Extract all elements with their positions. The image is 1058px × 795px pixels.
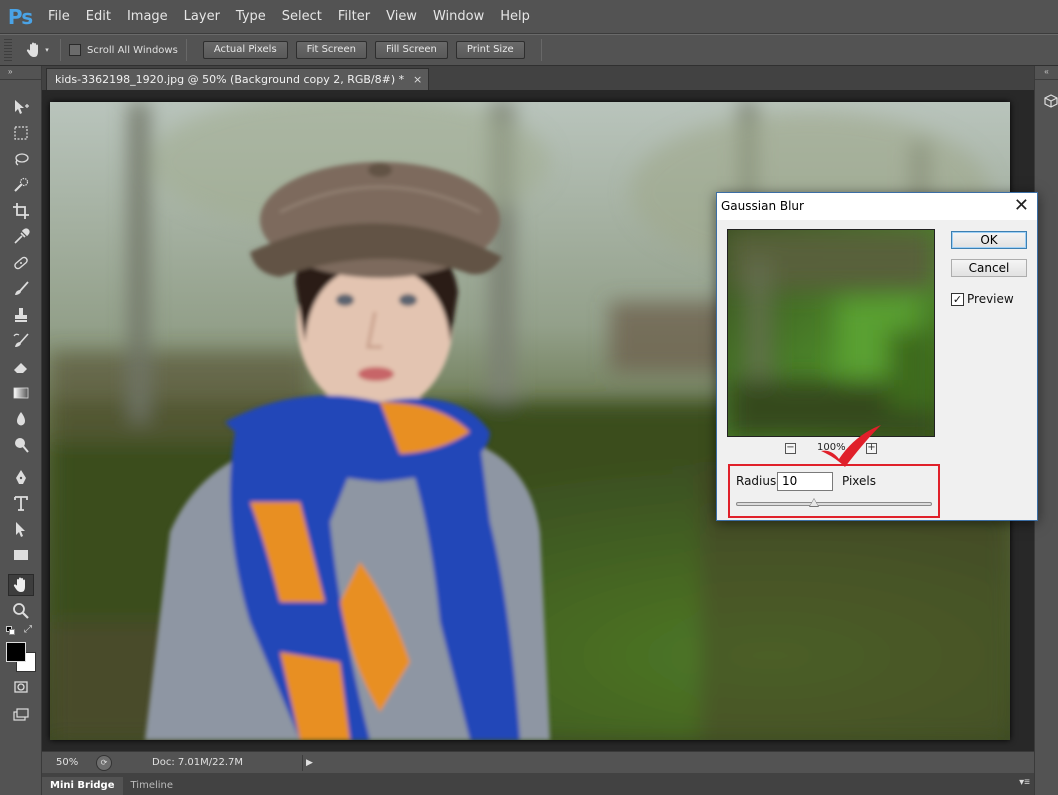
status-bar: 50% ⟳ Doc: 7.01M/22.7M ▶ (42, 751, 1034, 773)
radius-input[interactable]: 10 (777, 472, 833, 491)
print-size-button[interactable]: Print Size (455, 41, 525, 59)
document-tab-title: kids-3362198_1920.jpg @ 50% (Background … (55, 73, 405, 86)
menu-type[interactable]: Type (228, 0, 274, 34)
gradient-tool-icon[interactable] (8, 382, 34, 404)
photoshop-logo: Ps (7, 4, 33, 29)
zoom-level-field[interactable]: 50% (50, 754, 94, 772)
menu-image[interactable]: Image (119, 0, 176, 34)
fit-screen-button[interactable]: Fit Screen (295, 41, 367, 59)
options-grip[interactable] (4, 39, 12, 61)
close-icon[interactable]: × (413, 69, 422, 90)
menu-help[interactable]: Help (492, 0, 538, 34)
menu-view[interactable]: View (378, 0, 425, 34)
status-menu-arrow-icon[interactable]: ▶ (302, 754, 316, 771)
hand-tool-icon[interactable] (8, 574, 34, 596)
preview-zoom-out-button[interactable]: − (785, 443, 796, 454)
type-tool-icon[interactable] (8, 492, 34, 514)
menu-edit[interactable]: Edit (78, 0, 119, 34)
quick-mask-icon[interactable] (8, 676, 34, 698)
panel-menu-icon[interactable]: ▾≡ (1019, 777, 1030, 788)
quick-selection-tool-icon[interactable] (8, 174, 34, 196)
move-tool-icon[interactable] (8, 96, 34, 118)
panel-collapse-icon[interactable]: « (1035, 66, 1058, 80)
document-size-info: Doc: 7.01M/22.7M (152, 757, 244, 768)
screen-mode-icon[interactable] (8, 704, 34, 726)
ok-button[interactable]: OK (951, 231, 1027, 249)
radius-label: Radius: (736, 474, 781, 488)
menu-layer[interactable]: Layer (176, 0, 228, 34)
default-colors-icon[interactable] (6, 626, 16, 636)
menu-filter[interactable]: Filter (330, 0, 378, 34)
fill-screen-button[interactable]: Fill Screen (374, 41, 448, 59)
dodge-tool-icon[interactable] (8, 434, 34, 456)
preview-checkbox[interactable]: ✓ (951, 293, 964, 306)
radius-slider-track[interactable] (736, 502, 932, 506)
blur-tool-icon[interactable] (8, 408, 34, 430)
menu-window[interactable]: Window (425, 0, 492, 34)
actual-pixels-button[interactable]: Actual Pixels (202, 41, 288, 59)
dialog-title: Gaussian Blur (721, 199, 804, 213)
pen-tool-icon[interactable] (8, 466, 34, 488)
radius-highlight-box: Radius: 10 Pixels (728, 464, 940, 518)
hand-tool-preset-icon[interactable]: ▾ (22, 39, 52, 61)
rectangle-tool-icon[interactable] (8, 544, 34, 566)
close-icon[interactable]: ✕ (1014, 195, 1029, 216)
foreground-color-swatch[interactable] (6, 642, 26, 662)
lasso-tool-icon[interactable] (8, 148, 34, 170)
eyedropper-tool-icon[interactable] (8, 226, 34, 248)
options-bar: ▾ Scroll All Windows Actual Pixels Fit Sc… (0, 34, 1058, 66)
radius-slider-thumb[interactable] (809, 498, 820, 507)
menu-bar: Ps File Edit Image Layer Type Select Filter Vie… (0, 0, 1058, 34)
options-separator (60, 39, 61, 61)
menu-file[interactable]: File (40, 0, 78, 34)
radius-unit-label: Pixels (842, 474, 877, 488)
healing-brush-tool-icon[interactable] (8, 252, 34, 274)
crop-tool-icon[interactable] (8, 200, 34, 222)
zoom-tool-icon[interactable] (8, 600, 34, 622)
document-tab-bar: kids-3362198_1920.jpg @ 50% (Background … (42, 66, 1034, 90)
scroll-all-windows-checkbox[interactable] (69, 44, 81, 56)
tools-panel: » ⤢ (0, 66, 42, 795)
document-tab[interactable]: kids-3362198_1920.jpg @ 50% (Background … (46, 68, 430, 90)
menu-items: File Edit Image Layer Type Select Filter View Wi… (40, 0, 538, 34)
marquee-tool-icon[interactable] (8, 122, 34, 144)
swap-colors-icon[interactable]: ⤢ (24, 624, 32, 635)
dialog-titlebar[interactable]: Gaussian Blur ✕ (717, 193, 1037, 220)
brush-tool-icon[interactable] (8, 278, 34, 300)
blur-preview[interactable] (727, 229, 935, 437)
eraser-tool-icon[interactable] (8, 356, 34, 378)
preview-label: Preview (967, 292, 1014, 306)
tab-mini-bridge[interactable]: Mini Bridge (42, 777, 123, 795)
view-buttons: Actual Pixels Fit Screen Fill Screen Print … (202, 41, 533, 59)
scroll-all-windows-label: Scroll All Windows (87, 44, 178, 56)
status-info-icon[interactable]: ⟳ (96, 754, 112, 771)
options-separator (185, 39, 187, 61)
tab-timeline[interactable]: Timeline (123, 777, 182, 795)
path-selection-tool-icon[interactable] (8, 518, 34, 540)
options-separator (540, 39, 542, 61)
red-checkmark-annotation (821, 425, 881, 467)
clone-stamp-tool-icon[interactable] (8, 304, 34, 326)
menu-select[interactable]: Select (274, 0, 330, 34)
tools-panel-collapse[interactable]: » (0, 66, 41, 80)
bottom-panel-tabs: Mini Bridge Timeline ▾≡ (42, 773, 1034, 795)
history-brush-tool-icon[interactable] (8, 330, 34, 352)
3d-panel-icon[interactable] (1044, 94, 1058, 108)
gaussian-blur-dialog: Gaussian Blur ✕ − 100% + OK Cancel ✓ Pre… (716, 192, 1038, 521)
cancel-button[interactable]: Cancel (951, 259, 1027, 277)
